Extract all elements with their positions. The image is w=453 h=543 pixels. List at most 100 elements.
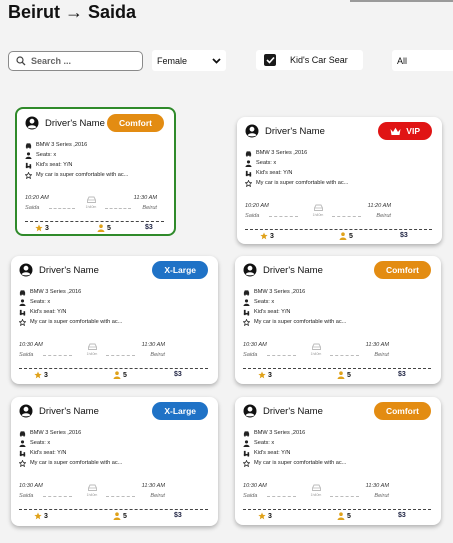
ride-card[interactable]: Driver's Name Comfort BMW 3 Series ,2016… xyxy=(15,107,176,236)
card-divider xyxy=(245,229,432,230)
car-icon xyxy=(19,289,26,296)
seats-available: 5 xyxy=(337,512,351,520)
class-badge: VIP xyxy=(378,122,432,140)
car-model-row: BMW 3 Series ,2016 xyxy=(245,148,348,158)
kids-seat-filter[interactable]: Kid's Car Sear xyxy=(256,50,363,70)
crown-icon xyxy=(390,127,401,135)
seats-icon xyxy=(337,512,345,520)
search-box[interactable] xyxy=(8,51,143,71)
destination-city: Beirut xyxy=(142,205,157,211)
seats-icon xyxy=(337,371,345,379)
arrival-time: 11:30 AM xyxy=(141,483,165,489)
car-model-row: BMW 3 Series ,2016 xyxy=(19,428,122,438)
price: $3 xyxy=(174,371,182,378)
car-details: BMW 3 Series ,2016 Seats: x Kid's seat: … xyxy=(243,428,346,468)
seats-row: Seats: x xyxy=(19,438,122,448)
seats-text: Seats: x xyxy=(254,299,275,305)
badge-label: VIP xyxy=(406,126,420,136)
route-line-right xyxy=(330,355,359,356)
car-details: BMW 3 Series ,2016 Seats: x Kid's seat: … xyxy=(19,428,122,468)
class-badge: Comfort xyxy=(373,402,431,420)
origin-city: Saida xyxy=(25,205,40,211)
arrival-time: 11:30 AM xyxy=(365,483,389,489)
kids-seat-row: Kid's seat: Y/N xyxy=(245,168,348,178)
departure-time: 10:30 AM xyxy=(243,483,267,489)
car-icon xyxy=(243,430,250,437)
driver: Driver's Name xyxy=(243,263,323,277)
route-middle: 1h40m xyxy=(80,343,104,357)
seats-count: 5 xyxy=(107,224,111,232)
departure-time: 10:30 AM xyxy=(19,483,43,489)
route-line-left xyxy=(269,216,298,217)
arrival-time: 11:30 AM xyxy=(133,195,157,201)
kids-seat-row: Kid's seat: Y/N xyxy=(25,160,128,170)
avatar-icon xyxy=(243,263,257,277)
avatar-icon xyxy=(243,404,257,418)
destination-city: Beirut xyxy=(374,493,389,499)
seats-available: 5 xyxy=(339,232,353,240)
seats-row: Seats: x xyxy=(25,150,128,160)
seats-text: Seats: x xyxy=(36,152,57,158)
rating: 3 xyxy=(34,371,48,379)
price: $3 xyxy=(400,232,408,239)
rating-value: 3 xyxy=(44,371,48,379)
search-input[interactable] xyxy=(31,56,131,66)
arrival-time: 11:30 AM xyxy=(365,342,389,348)
avatar-icon xyxy=(25,116,39,130)
seats-row: Seats: x xyxy=(243,297,346,307)
car-model: BMW 3 Series ,2016 xyxy=(254,430,306,436)
route-middle: 1h40m xyxy=(79,196,103,210)
car-icon xyxy=(25,142,32,149)
car-route-icon xyxy=(313,204,323,211)
seats-text: Seats: x xyxy=(256,160,277,166)
all-select-value: All xyxy=(397,55,408,66)
kids-seat-text: Kid's seat: Y/N xyxy=(254,309,291,315)
gender-select[interactable]: Female xyxy=(152,50,226,71)
star-outline-icon xyxy=(243,459,250,467)
duration: 1h40m xyxy=(85,205,97,209)
car-details: BMW 3 Series ,2016 Seats: x Kid's seat: … xyxy=(245,148,348,188)
card-divider xyxy=(243,509,431,510)
kids-seat-label: Kid's Car Sear xyxy=(290,55,348,65)
car-icon xyxy=(245,150,252,157)
ride-card[interactable]: Driver's Name Comfort BMW 3 Series ,2016… xyxy=(235,397,441,525)
rating-value: 3 xyxy=(268,371,272,379)
user-icon xyxy=(243,298,250,306)
rating-value: 3 xyxy=(44,512,48,520)
user-icon xyxy=(243,439,250,447)
departure-time: 10:30 AM xyxy=(243,342,267,348)
arrival-time: 11:30 AM xyxy=(141,342,165,348)
driver-name: Driver's Name xyxy=(39,264,99,276)
ride-card[interactable]: Driver's Name Comfort BMW 3 Series ,2016… xyxy=(235,256,441,384)
card-divider xyxy=(19,368,208,369)
badge-label: X-Large xyxy=(164,406,196,416)
driver: Driver's Name xyxy=(19,263,99,277)
user-icon xyxy=(19,439,26,447)
duration: 1h40m xyxy=(310,493,322,497)
all-select[interactable]: All xyxy=(392,50,453,71)
car-model: BMW 3 Series ,2016 xyxy=(256,150,308,156)
car-note: My car is super comfortable with ac... xyxy=(30,319,123,325)
route-middle: 1h40m xyxy=(304,343,328,357)
ride-card[interactable]: Driver's Name VIP BMW 3 Series ,2016 Sea… xyxy=(237,117,442,244)
page-title: Beirut → Saida xyxy=(8,2,137,22)
car-model: BMW 3 Series ,2016 xyxy=(36,142,88,148)
ride-card[interactable]: Driver's Name X-Large BMW 3 Series ,2016… xyxy=(11,397,218,526)
check-icon xyxy=(265,56,275,64)
avatar-icon xyxy=(19,404,33,418)
kids-seat-row: Kid's seat: Y/N xyxy=(243,448,346,458)
note-row: My car is super comfortable with ac... xyxy=(19,458,122,468)
kids-seat-checkbox[interactable] xyxy=(264,54,276,66)
seats-icon xyxy=(97,224,105,232)
rating: 3 xyxy=(258,371,272,379)
top-divider xyxy=(350,0,453,2)
route-line-left xyxy=(43,496,72,497)
ride-card[interactable]: Driver's Name X-Large BMW 3 Series ,2016… xyxy=(11,256,218,384)
rating: 3 xyxy=(260,232,274,240)
driver: Driver's Name xyxy=(25,116,105,130)
duration: 1h40m xyxy=(312,213,324,217)
destination-city: Beirut xyxy=(150,352,165,358)
seats-icon xyxy=(339,232,347,240)
driver: Driver's Name xyxy=(19,404,99,418)
destination-city: Beirut xyxy=(374,352,389,358)
